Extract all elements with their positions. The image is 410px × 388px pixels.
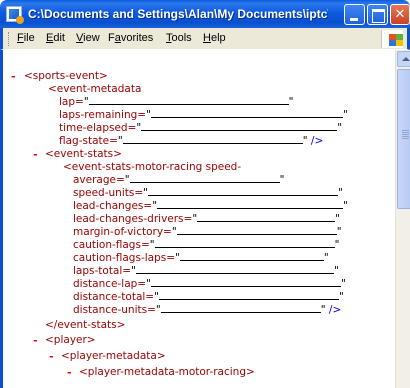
xml-attr-name: lap= — [59, 96, 84, 108]
collapse-toggle[interactable]: - — [67, 366, 72, 379]
menu-tools[interactable]: Tools — [166, 32, 192, 44]
menu-file[interactable]: File — [17, 32, 35, 44]
document-view: - <sports-event> <event-metadata lap=" " … — [0, 50, 410, 388]
xml-attr-name: distance-units= — [73, 304, 156, 316]
menu-view[interactable]: View — [76, 32, 100, 44]
xml-tag: <player-metadata-motor-racing> — [79, 366, 255, 378]
collapse-toggle[interactable]: - — [33, 334, 38, 347]
xml-tag: <player> — [45, 334, 96, 346]
xml-tag: <sports-event> — [24, 70, 108, 82]
ie-document-icon — [6, 6, 24, 24]
xml-attr-name: time-elapsed= — [59, 122, 137, 134]
xml-attr-name: lead-changes-drivers= — [73, 213, 193, 225]
xml-attr-name: speed-units= — [73, 187, 144, 199]
xml-attr-name: caution-flags-laps= — [73, 252, 176, 264]
xml-attr-name: flag-state= — [59, 135, 118, 147]
xml-tag: <event-stats-motor-racing speed- — [63, 161, 242, 173]
menu-bar: File Edit View Favorites Tools Help — [0, 28, 410, 50]
xml-tree: - <sports-event> <event-metadata lap=" " … — [11, 70, 348, 379]
xml-attr-name: average= — [73, 174, 125, 186]
xml-attr-name: margin-of-victory= — [73, 226, 172, 238]
collapse-toggle[interactable]: - — [33, 148, 38, 161]
xml-attr-name: distance-total= — [73, 291, 155, 303]
toolbar-grip[interactable] — [8, 32, 11, 46]
menu-edit[interactable]: Edit — [46, 32, 65, 44]
xml-attr-name: distance-lap= — [73, 278, 147, 290]
maximize-button[interactable] — [367, 4, 388, 25]
close-icon: ✕ — [394, 7, 406, 22]
scroll-thumb[interactable] — [397, 69, 410, 209]
menu-help[interactable]: Help — [203, 32, 226, 44]
xml-self-close: /> — [310, 135, 324, 147]
collapse-toggle[interactable]: - — [11, 70, 16, 83]
scroll-up-icon[interactable] — [397, 51, 410, 67]
vertical-scrollbar[interactable] — [395, 50, 410, 388]
menu-favorites[interactable]: Favorites — [108, 32, 153, 44]
minimize-button[interactable] — [344, 4, 365, 25]
xml-attr-name: laps-remaining= — [59, 109, 147, 121]
xml-tag: <event-stats> — [45, 148, 122, 160]
xml-attr-name: lead-changes= — [73, 200, 153, 212]
xml-self-close: /> — [328, 304, 342, 316]
xml-tag: </event-stats> — [45, 319, 126, 331]
collapse-toggle[interactable]: - — [49, 350, 54, 363]
xml-attr-name: laps-total= — [73, 265, 132, 277]
xml-tag: <event-metadata — [48, 83, 142, 95]
title-bar[interactable]: C:\Documents and Settings\Alan\My Docume… — [0, 0, 410, 28]
xml-attr-name: caution-flags= — [73, 239, 150, 251]
window-title: C:\Documents and Settings\Alan\My Docume… — [28, 7, 328, 21]
browser-window: C:\Documents and Settings\Alan\My Docume… — [0, 0, 410, 388]
windows-flag-icon — [381, 30, 403, 48]
xml-tag: <player-metadata> — [61, 350, 166, 362]
close-button[interactable]: ✕ — [390, 4, 410, 25]
